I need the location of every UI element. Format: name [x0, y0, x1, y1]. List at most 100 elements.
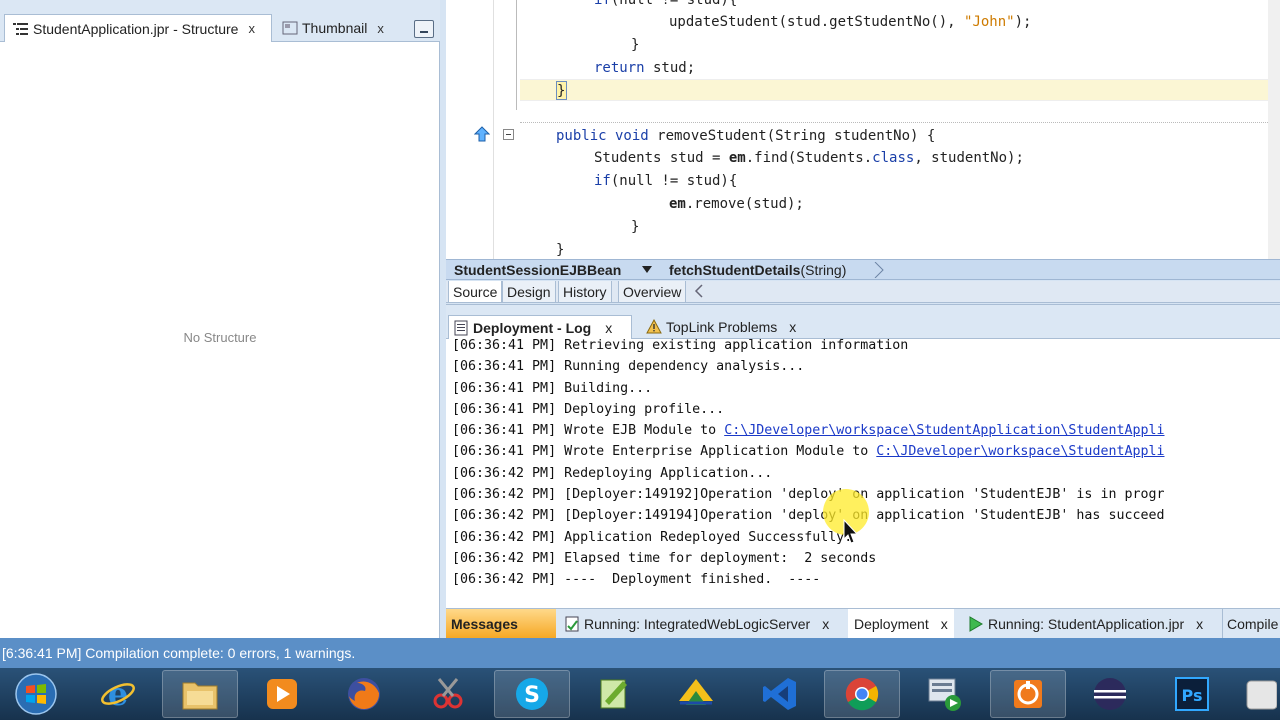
tab-running-application[interactable]: Running: StudentApplication.jpr x: [968, 609, 1203, 638]
tab-running-application-label: Running: StudentApplication.jpr: [988, 615, 1185, 632]
close-icon[interactable]: x: [822, 616, 829, 632]
taskbar-firefox[interactable]: [326, 670, 402, 718]
code-token: updateStudent(stud.getStudentNo(),: [669, 14, 965, 30]
taskbar-pidgin[interactable]: [658, 670, 734, 718]
start-button[interactable]: [0, 670, 72, 718]
tab-deployment[interactable]: Deployment x: [848, 609, 954, 638]
editor-scrollbar[interactable]: [1268, 0, 1280, 260]
code-line: }: [631, 34, 639, 56]
windows-taskbar: e S Ps: [0, 668, 1280, 720]
eclipse-icon: [1094, 678, 1126, 710]
log-text: [06:36:41 PM] Building...: [452, 380, 653, 396]
taskbar-eclipse[interactable]: [1072, 670, 1148, 718]
log-line: [06:36:41 PM] Building...: [452, 378, 1280, 399]
tab-deployment-label: Deployment: [854, 615, 929, 632]
taskbar-media-player[interactable]: [244, 670, 320, 718]
code-token: removeStudent(String studentNo) {: [648, 128, 936, 144]
tab-history[interactable]: History: [558, 281, 612, 303]
code-token: (null != stud){: [610, 0, 738, 8]
taskbar-internet-explorer[interactable]: e: [80, 670, 156, 718]
log-line: [06:36:41 PM] Wrote EJB Module to C:\JDe…: [452, 420, 1280, 441]
log-line: [06:36:41 PM] Retrieving existing applic…: [452, 335, 1280, 356]
close-icon[interactable]: x: [248, 21, 255, 36]
svg-text:S: S: [524, 683, 540, 708]
structure-icon: [13, 22, 28, 35]
tab-running-weblogic[interactable]: Running: IntegratedWebLogicServer x: [564, 609, 829, 638]
fold-rail: [516, 0, 517, 110]
code-line: return stud;: [594, 57, 695, 79]
override-up-arrow-icon[interactable]: [474, 126, 490, 142]
snipping-tool-icon: [433, 678, 463, 709]
chevron-left-icon[interactable]: [694, 284, 704, 298]
taskbar-screen-recorder[interactable]: [906, 670, 982, 718]
bottom-dock-tabs: Messages Running: IntegratedWebLogicServ…: [446, 608, 1280, 638]
log-tabbar: Deployment - Log x TopLink Problems x: [446, 305, 1280, 339]
photoshop-icon: Ps: [1175, 677, 1209, 711]
close-icon[interactable]: x: [1196, 616, 1203, 632]
code-token: em: [669, 196, 686, 212]
code-token: "John": [964, 14, 1015, 30]
code-editor[interactable]: if (null != stud){ updateStudent(stud.get…: [446, 0, 1280, 260]
fold-toggle-icon[interactable]: [503, 129, 514, 140]
code-line: public void removeStudent(String student…: [556, 125, 935, 147]
taskbar-vlc[interactable]: [990, 670, 1066, 718]
log-line: [06:36:42 PM] ---- Deployment finished. …: [452, 569, 1280, 590]
breadcrumb-method[interactable]: fetchStudentDetails(String): [669, 262, 846, 278]
taskbar-notepad-plus[interactable]: [576, 670, 652, 718]
status-bar: [6:36:41 PM] Compilation complete: 0 err…: [0, 638, 1280, 668]
log-text: [06:36:41 PM] Retrieving existing applic…: [452, 338, 909, 353]
taskbar-chrome[interactable]: [824, 670, 900, 718]
tab-structure[interactable]: StudentApplication.jpr - Structure x: [4, 14, 272, 42]
log-path-link[interactable]: C:\JDeveloper\workspace\StudentApplicati…: [724, 423, 1164, 438]
code-token: }: [556, 242, 565, 258]
close-icon[interactable]: x: [605, 320, 612, 336]
empty-structure-text: No Structure: [183, 330, 257, 345]
code-token: }: [631, 37, 640, 53]
code-line: }: [631, 216, 639, 238]
pidgin-icon: [679, 679, 713, 705]
breadcrumb-class[interactable]: StudentSessionEJBBean: [454, 262, 621, 278]
visual-studio-icon: [763, 678, 796, 710]
taskbar-skype[interactable]: S: [494, 670, 570, 718]
close-icon[interactable]: x: [941, 616, 948, 632]
taskbar-file-explorer[interactable]: [162, 670, 238, 718]
tab-thumbnail-label: Thumbnail: [302, 20, 368, 36]
code-token: stud;: [644, 60, 696, 76]
structure-tabbar: StudentApplication.jpr - Structure x Thu…: [0, 0, 440, 42]
server-log-icon: [565, 616, 579, 631]
close-icon[interactable]: x: [789, 319, 796, 335]
taskbar-app[interactable]: [1236, 670, 1280, 718]
editor-view-tabs: Source Design History Overview: [446, 281, 1280, 303]
tab-source[interactable]: Source: [448, 281, 503, 303]
chevron-down-icon[interactable]: [642, 266, 652, 274]
tab-messages[interactable]: Messages: [446, 609, 556, 638]
log-text: [06:36:42 PM] [Deployer:149194]Operation…: [452, 508, 1165, 524]
code-line: }: [557, 80, 565, 102]
taskbar-photoshop[interactable]: Ps: [1154, 670, 1230, 718]
tab-structure-label: StudentApplication.jpr - Structure: [33, 20, 239, 37]
log-path-link[interactable]: C:\JDeveloper\workspace\StudentAppli: [876, 444, 1164, 459]
tab-compile[interactable]: Compile: [1222, 609, 1278, 638]
taskbar-snipping-tool[interactable]: [410, 670, 486, 718]
close-icon[interactable]: x: [377, 21, 384, 36]
code-line: em.remove(stud);: [669, 193, 804, 215]
log-line: [06:36:42 PM] Redeploying Application...: [452, 463, 1280, 484]
log-document-icon: [454, 320, 468, 335]
svg-text:Ps: Ps: [1182, 686, 1203, 705]
tab-overview[interactable]: Overview: [618, 281, 687, 303]
log-text: [06:36:41 PM] Wrote EJB Module to: [452, 423, 725, 439]
minimize-button[interactable]: [414, 20, 434, 38]
tab-thumbnail[interactable]: Thumbnail x: [276, 14, 396, 42]
tab-toplink-problems-label: TopLink Problems: [666, 319, 778, 335]
log-output[interactable]: [06:36:41 PM] Retrieving existing applic…: [452, 335, 1280, 591]
log-line: [06:36:41 PM] Running dependency analysi…: [452, 356, 1280, 377]
tab-running-weblogic-label: Running: IntegratedWebLogicServer: [584, 615, 811, 632]
code-token: , studentNo);: [914, 150, 1024, 166]
taskbar-visual-studio[interactable]: [742, 670, 818, 718]
svg-text:e: e: [108, 675, 128, 713]
media-player-icon: [267, 679, 297, 709]
code-token: }: [557, 83, 566, 99]
tab-design[interactable]: Design: [502, 281, 556, 303]
log-line: [06:36:42 PM] Elapsed time for deploymen…: [452, 548, 1280, 569]
code-token: if: [594, 173, 611, 189]
